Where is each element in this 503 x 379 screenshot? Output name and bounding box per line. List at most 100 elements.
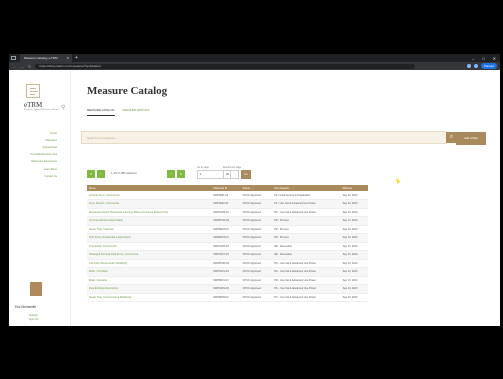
sidebar-nav: Home Measures Shared Data Cost Effective… — [19, 132, 57, 182]
rpp-value: 25 — [226, 173, 229, 176]
back-icon[interactable]: ← — [12, 64, 16, 69]
statewide-id-cell: SWFS002-03 — [211, 199, 241, 209]
effective-date-cell: Sep 13, 2023 — [340, 216, 368, 226]
statewide-id-cell: SWWH016-03 — [211, 216, 241, 226]
window-controls: – □ ✕ — [472, 56, 500, 61]
measure-name-link[interactable]: Boiler, Hot Water — [87, 267, 212, 277]
statewide-id-cell: SWHC001-03 — [211, 267, 241, 277]
measure-name-link[interactable]: Pool Pump, Residential & Agricultural — [87, 233, 212, 243]
table-row[interactable]: Residential Smart Thermostat & Energy Ef… — [87, 208, 368, 217]
measure-name-link[interactable]: Thermostat, Commercial — [87, 242, 212, 251]
tab-measure-editors[interactable]: MEASURE EDITORS — [123, 108, 150, 116]
table-row[interactable]: Ceramic Fryer, Commercial SWFS001-03 CPUC … — [87, 191, 368, 200]
use-category-cell: HC - Use Cat & Advanced Use Power — [272, 293, 341, 302]
url-field[interactable]: https://www.caetrm.com/measure/?q=&statu… — [35, 63, 416, 69]
add-filter-button[interactable]: Add a filter — [456, 132, 486, 145]
status-cell: CPUC Approved — [240, 191, 273, 200]
status-cell: CPUC Approved — [240, 293, 273, 302]
measure-name-link[interactable]: Boiler, Industrial — [87, 276, 212, 285]
tab-title: Measure Catalog | eTRM — [24, 56, 58, 60]
table-row[interactable]: Thermostat, Commercial SWHC005-03 CPUC App… — [87, 242, 368, 251]
table-row[interactable]: Commercial Gas Instant Water SWWH016-03 CP… — [87, 216, 368, 226]
sidebar-item-reference-documents[interactable]: Reference Documents — [19, 160, 57, 163]
prev-page-button[interactable]: ‹ — [97, 170, 105, 178]
tab-measure-catalog[interactable]: MEASURE CATALOG — [87, 108, 115, 116]
browser-titlebar: Measure Catalog | eTRM ✕ + – □ ✕ — [9, 54, 500, 62]
effective-date-cell: Sep 13, 2023 — [340, 208, 368, 217]
profile-button[interactable]: Paused — [480, 63, 497, 69]
reload-icon[interactable]: ↻ — [28, 64, 31, 69]
measure-name-link[interactable]: Dual Enthalpy Economizer — [87, 284, 212, 294]
statewide-id-cell: SWHC009-03 — [211, 284, 241, 294]
sidebar-item-contact[interactable]: Contact Us — [19, 175, 57, 178]
close-tab-icon[interactable]: ✕ — [66, 56, 69, 60]
extension-icon[interactable] — [473, 64, 478, 68]
etrm-logo-icon[interactable] — [26, 84, 40, 98]
minimize-icon[interactable]: – — [472, 56, 474, 61]
use-category-cell: HC - Use Cat & Advanced Use Power — [272, 259, 341, 268]
maximize-icon[interactable]: □ — [482, 56, 484, 61]
status-cell: CPUC Approved — [240, 250, 273, 260]
statewide-id-cell: SWPR005-03 — [211, 293, 241, 302]
status-cell: CPUC Approved — [240, 233, 273, 243]
logo-text[interactable]: eTRM — [24, 101, 42, 109]
measure-name-link[interactable]: Residential Smart Thermostat & Energy Ef… — [87, 208, 212, 217]
status-cell: CPUC Approved — [240, 225, 273, 234]
forward-icon[interactable]: → — [20, 64, 24, 69]
measure-name-link[interactable]: Packaged Terminal Heat Pump, Commercial — [87, 250, 212, 260]
use-category-cell: HC - Use Cat & Advanced Use Power — [272, 267, 341, 277]
sidebar-item-home[interactable]: Home — [19, 132, 57, 135]
browser-window: Measure Catalog | eTRM ✕ + – □ ✕ ← → ↻ h… — [9, 54, 500, 326]
status-cell: CPUC Approved — [240, 199, 273, 209]
table-row[interactable]: Boiler, Hot Water SWHC001-03 CPUC Approved… — [87, 267, 368, 277]
table-row[interactable]: Dual Enthalpy Economizer SWHC009-03 CPUC A… — [87, 284, 368, 294]
sidebar-item-shared-data[interactable]: Shared Data — [19, 146, 57, 149]
browser-tab[interactable]: Measure Catalog | eTRM ✕ — [20, 54, 72, 62]
sign-out-link[interactable]: Sign Out — [29, 318, 38, 322]
effective-date-cell: Sep 13, 2023 — [340, 284, 368, 294]
measure-name-link[interactable]: Low Flow Showerhead, Multifamily — [87, 259, 212, 268]
table-row[interactable]: Boiler, Industrial SWPR001-03 CPUC Approve… — [87, 276, 368, 285]
use-category-cell: RE - Recreation — [272, 250, 341, 260]
search-icon[interactable]: ⚲ — [61, 104, 65, 111]
effective-date-cell: Sep 13, 2023 — [340, 225, 368, 234]
sidebar-item-measures[interactable]: Measures — [19, 139, 57, 142]
sidebar: eTRM Electronic Technical Reference Manu… — [9, 70, 71, 326]
use-category-cell: PR - Process — [272, 233, 341, 243]
go-button[interactable]: Go — [241, 170, 251, 179]
video-frame: Measure Catalog | eTRM ✕ + – □ ✕ ← → ↻ h… — [0, 0, 503, 379]
measure-name-link[interactable]: Steam Trap, Commercial & Multifamily — [87, 293, 212, 302]
extension-icon[interactable] — [466, 64, 471, 68]
status-cell: CPUC Approved — [240, 276, 273, 285]
effective-date-cell: Sep 13, 2023 — [340, 276, 368, 285]
measure-name-link[interactable]: Commercial Gas Instant Water — [87, 216, 212, 226]
status-cell: CPUC Approved — [240, 242, 273, 251]
effective-date-cell: Sep 13, 2023 — [340, 199, 368, 209]
first-page-button[interactable]: « — [87, 170, 95, 178]
next-page-button[interactable]: › — [167, 170, 175, 178]
measure-name-link[interactable]: Fryer, Electric, Commercial — [87, 199, 212, 209]
table-row[interactable]: Low Flow Showerhead, Multifamily SWWH005-… — [87, 259, 368, 268]
use-category-cell: FS - Food Service & Preparation — [272, 191, 341, 200]
use-category-cell: PR - Process — [272, 216, 341, 226]
use-category-cell: PR - Use Cat & Advanced Use Power — [272, 276, 341, 285]
sidebar-item-cost-effectiveness[interactable]: Cost Effectiveness Tool — [19, 153, 57, 156]
measure-name-link[interactable]: Steam Trap, Industrial — [87, 225, 212, 234]
status-cell: CPUC Approved — [240, 208, 273, 217]
subtabs: MEASURE CATALOG MEASURE EDITORS — [87, 108, 150, 116]
last-page-button[interactable]: » — [177, 170, 185, 178]
statewide-id-cell: SWHC039-03 — [211, 208, 241, 217]
new-tab-icon[interactable]: + — [75, 55, 78, 61]
table-row[interactable]: Pool Pump, Residential & Agricultural SWR… — [87, 233, 368, 243]
use-category-cell: HC - Use Cat & Advanced Use Power — [272, 208, 341, 217]
table-row[interactable]: Steam Trap, Commercial & Multifamily SWPR… — [87, 293, 368, 302]
table-row[interactable]: Fryer, Electric, Commercial SWFS002-03 CPU… — [87, 199, 368, 209]
results-per-page-select[interactable]: 25 — [223, 170, 239, 179]
search-input[interactable]: Search for measures... — [81, 131, 447, 144]
extensions: Paused — [466, 63, 497, 69]
measure-name-link[interactable]: Ceramic Fryer, Commercial — [87, 191, 212, 200]
sidebar-item-learn-more[interactable]: Learn More — [19, 168, 57, 171]
table-row[interactable]: Steam Trap, Industrial SWPR003-03 CPUC App… — [87, 225, 368, 234]
close-window-icon[interactable]: ✕ — [493, 56, 496, 61]
table-row[interactable]: Packaged Terminal Heat Pump, Commercial S… — [87, 250, 368, 260]
